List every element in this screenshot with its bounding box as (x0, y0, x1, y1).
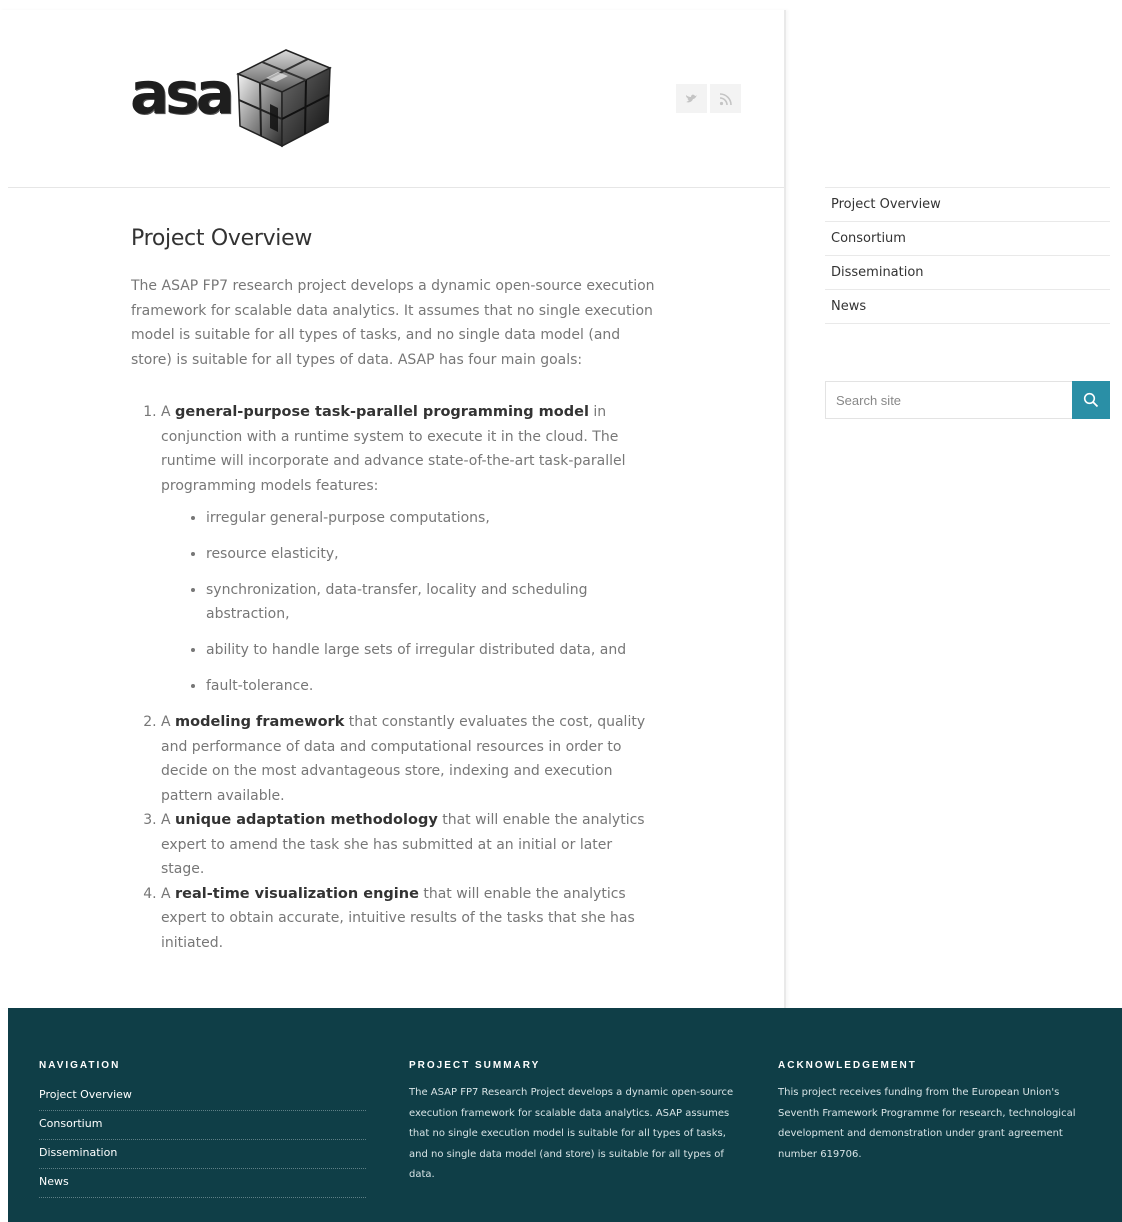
feature-item: resource elasticity, (206, 542, 656, 566)
feature-item: ability to handle large sets of irregula… (206, 638, 656, 662)
search-input[interactable] (825, 381, 1072, 419)
search-button[interactable] (1072, 381, 1110, 419)
page-title: Project Overview (131, 226, 313, 251)
goal-prefix: A (161, 812, 176, 828)
sidebar-item-dissemination[interactable]: Dissemination (825, 256, 1110, 290)
twitter-button[interactable] (676, 84, 707, 113)
page: asa Project Overview The ASAP FP7 resear… (0, 0, 1122, 1008)
features-list: irregular general-purpose computations, … (161, 506, 656, 698)
intro-paragraph: The ASAP FP7 research project develops a… (131, 278, 655, 368)
sidebar: Project Overview Consortium Disseminatio… (825, 187, 1110, 324)
goal-item: A unique adaptation methodology that wil… (161, 808, 656, 882)
footer-nav-consortium[interactable]: Consortium (39, 1111, 366, 1140)
goal-title: general-purpose task-parallel programmin… (175, 404, 589, 420)
goal-title: modeling framework (175, 714, 345, 730)
goal-prefix: A (161, 885, 176, 902)
footer-nav-list: Project Overview Consortium Disseminatio… (39, 1082, 366, 1198)
goal-title: real-time visualization engine (175, 885, 419, 902)
footer-nav-project-overview[interactable]: Project Overview (39, 1082, 366, 1111)
search-icon (1083, 392, 1099, 408)
footer-project-summary: PROJECT SUMMARY The ASAP FP7 Research Pr… (409, 1060, 739, 1186)
footer-navigation: NAVIGATION Project Overview Consortium D… (39, 1060, 366, 1198)
goal-title: unique adaptation methodology (175, 812, 438, 828)
footer-acknowledgement: ACKNOWLEDGEMENT This project receives fu… (778, 1060, 1098, 1165)
goals-list: A general-purpose task-parallel programm… (131, 400, 656, 955)
feature-item: irregular general-purpose computations, (206, 506, 656, 530)
sidebar-item-news[interactable]: News (825, 290, 1110, 324)
sidebar-nav: Project Overview Consortium Disseminatio… (825, 187, 1110, 324)
footer-summary-heading: PROJECT SUMMARY (409, 1060, 541, 1071)
search-form (825, 381, 1110, 419)
twitter-icon (685, 94, 697, 102)
goal-prefix: A (161, 404, 176, 420)
site-logo[interactable]: asa (130, 44, 340, 150)
main-content: Project Overview The ASAP FP7 research p… (131, 226, 656, 955)
rss-icon (719, 92, 732, 105)
footer-nav-news[interactable]: News (39, 1169, 366, 1198)
footer-ack-heading: ACKNOWLEDGEMENT (778, 1060, 917, 1071)
footer-ack-text: This project receives funding from the E… (778, 1087, 1076, 1160)
goal-prefix: A (161, 714, 176, 730)
footer-summary-text: The ASAP FP7 Research Project develops a… (409, 1087, 734, 1180)
footer-nav-heading: NAVIGATION (39, 1060, 121, 1071)
header-divider (8, 187, 784, 188)
goal-item: A modeling framework that constantly eva… (161, 710, 656, 808)
social-links (673, 84, 741, 113)
cube-logo-icon (236, 49, 332, 148)
goal-item: A real-time visualization engine that wi… (161, 882, 656, 956)
sidebar-item-project-overview[interactable]: Project Overview (825, 188, 1110, 222)
footer-nav-dissemination[interactable]: Dissemination (39, 1140, 366, 1169)
site-footer: NAVIGATION Project Overview Consortium D… (8, 1008, 1122, 1222)
goal-item: A general-purpose task-parallel programm… (161, 400, 656, 698)
rss-button[interactable] (710, 84, 741, 113)
feature-item: synchronization, data-transfer, locality… (206, 578, 656, 626)
logo-wordmark: asa (130, 59, 235, 127)
sidebar-item-consortium[interactable]: Consortium (825, 222, 1110, 256)
feature-item: fault-tolerance. (206, 674, 656, 698)
